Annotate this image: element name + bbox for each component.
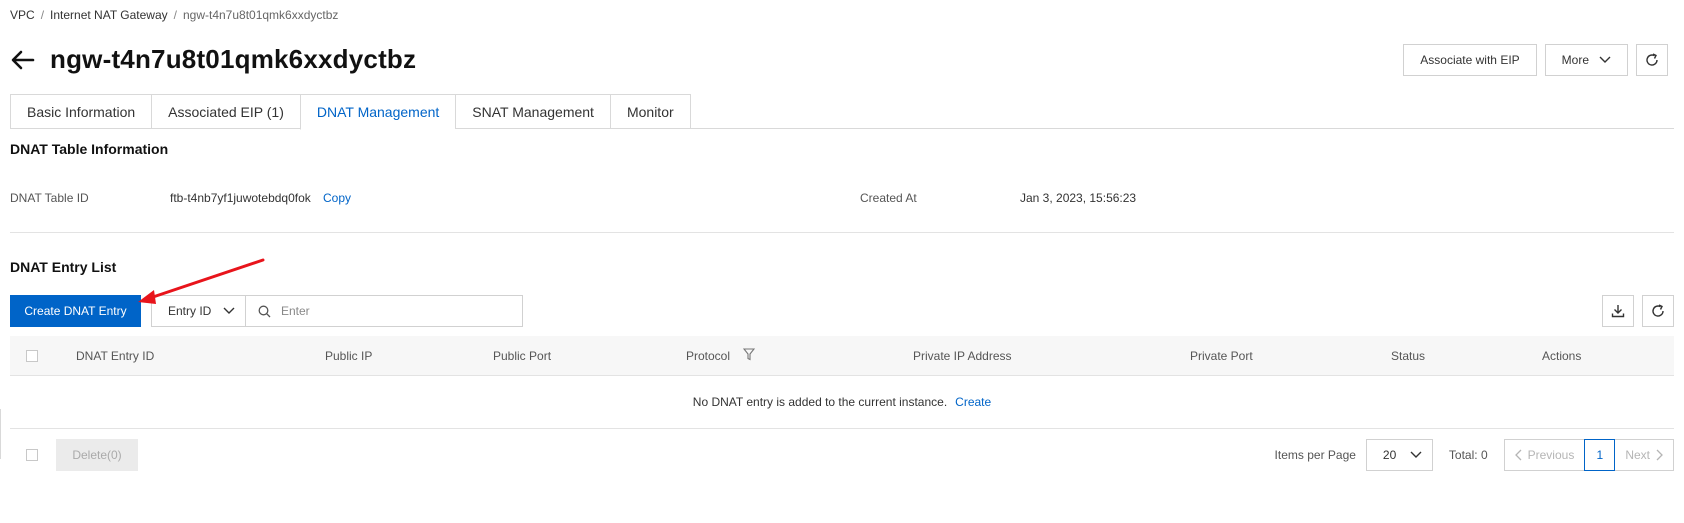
refresh-icon xyxy=(1646,53,1658,66)
tab-basic-information[interactable]: Basic Information xyxy=(10,94,152,129)
filter-icon[interactable] xyxy=(742,348,756,364)
items-per-page-value: 20 xyxy=(1382,448,1397,462)
created-at-label: Created At xyxy=(860,191,917,205)
entry-list-toolbar: Create DNAT Entry Entry ID xyxy=(10,295,1674,327)
pager: Previous 1 Next xyxy=(1503,439,1674,471)
chevron-left-icon xyxy=(1514,449,1522,461)
tab-bar: Basic Information Associated EIP (1) DNA… xyxy=(10,94,1674,130)
tab-dnat-management[interactable]: DNAT Management xyxy=(299,94,456,130)
back-arrow-icon[interactable] xyxy=(10,47,36,73)
table-header: DNAT Entry ID Public IP Public Port Prot… xyxy=(10,336,1674,376)
dnat-table-info-row: DNAT Table ID ftb-t4nb7yf1juwotebdq0fok … xyxy=(10,191,1670,207)
empty-state-create-link[interactable]: Create xyxy=(955,395,991,409)
search-field-select-value: Entry ID xyxy=(168,304,212,318)
next-page-button[interactable]: Next xyxy=(1615,440,1673,470)
table-tools xyxy=(1602,295,1674,327)
download-button[interactable] xyxy=(1602,295,1634,327)
tab-monitor[interactable]: Monitor xyxy=(609,94,691,129)
previous-page-button[interactable]: Previous xyxy=(1505,440,1585,470)
more-button-label: More xyxy=(1561,53,1589,67)
empty-state: No DNAT entry is added to the current in… xyxy=(10,376,1674,429)
breadcrumb: VPC / Internet NAT Gateway / ngw-t4n7u8t… xyxy=(10,8,338,22)
created-at-value: Jan 3, 2023, 15:56:23 xyxy=(1020,191,1137,205)
search-box xyxy=(245,295,523,327)
search-icon xyxy=(258,305,271,317)
refresh-icon xyxy=(1652,304,1664,317)
breadcrumb-separator: / xyxy=(40,8,45,22)
breadcrumb-item-vpc[interactable]: VPC xyxy=(10,8,35,22)
create-dnat-entry-button[interactable]: Create DNAT Entry xyxy=(10,295,141,327)
search-field-select[interactable]: Entry ID xyxy=(151,295,246,327)
breadcrumb-separator: / xyxy=(173,8,177,22)
column-header-status: Status xyxy=(1391,349,1426,363)
copy-link[interactable]: Copy xyxy=(323,191,351,205)
column-header-public-ip: Public IP xyxy=(325,349,373,363)
tab-associated-eip[interactable]: Associated EIP (1) xyxy=(151,94,300,129)
column-header-private-port: Private Port xyxy=(1190,349,1253,363)
more-button[interactable]: More xyxy=(1544,44,1628,76)
associate-eip-button[interactable]: Associate with EIP xyxy=(1403,44,1537,76)
page-title: ngw-t4n7u8t01qmk6xxdyctbz xyxy=(50,44,417,74)
items-per-page-select[interactable]: 20 xyxy=(1365,439,1433,471)
column-header-dnat-entry-id: DNAT Entry ID xyxy=(76,349,155,363)
dnat-entry-list-title: DNAT Entry List xyxy=(10,259,117,275)
footer-select-all-checkbox[interactable] xyxy=(26,449,38,464)
select-all-checkbox[interactable] xyxy=(26,350,38,365)
chevron-down-icon xyxy=(223,307,235,314)
column-header-public-port: Public Port xyxy=(493,349,552,363)
download-icon xyxy=(1611,305,1625,318)
column-header-actions: Actions xyxy=(1542,349,1582,363)
items-per-page-label: Items per Page xyxy=(1274,448,1356,462)
chevron-down-icon xyxy=(1599,56,1611,63)
left-edge-divider xyxy=(0,409,1,459)
table-refresh-button[interactable] xyxy=(1642,295,1674,327)
pagination: Items per Page 20 Total: 0 Previous 1 Ne… xyxy=(1275,439,1674,471)
total-count: Total: 0 xyxy=(1448,448,1488,462)
column-header-private-ip: Private IP Address xyxy=(913,349,1012,363)
column-header-protocol: Protocol xyxy=(686,349,731,363)
chevron-right-icon xyxy=(1656,449,1663,461)
search-input[interactable] xyxy=(281,304,501,318)
table-footer: Delete(0) Items per Page 20 Total: 0 Pre… xyxy=(10,439,1674,471)
breadcrumb-item-nat-gateway[interactable]: Internet NAT Gateway xyxy=(50,8,168,22)
dnat-table-info-title: DNAT Table Information xyxy=(10,141,169,157)
delete-button[interactable]: Delete(0) xyxy=(56,439,138,471)
empty-state-text: No DNAT entry is added to the current in… xyxy=(692,395,948,409)
refresh-button[interactable] xyxy=(1636,44,1668,76)
section-divider xyxy=(10,232,1674,233)
page-number-current[interactable]: 1 xyxy=(1584,439,1616,471)
dnat-table-id-value: ftb-t4nb7yf1juwotebdq0fok xyxy=(170,191,311,205)
header-actions: Associate with EIP More xyxy=(1403,44,1668,76)
chevron-down-icon xyxy=(1410,451,1422,458)
tab-snat-management[interactable]: SNAT Management xyxy=(455,94,610,129)
dnat-table-id-label: DNAT Table ID xyxy=(10,191,89,205)
breadcrumb-item-current: ngw-t4n7u8t01qmk6xxdyctbz xyxy=(182,8,339,22)
page-header: ngw-t4n7u8t01qmk6xxdyctbz xyxy=(10,44,416,75)
next-page-label: Next xyxy=(1625,448,1650,462)
previous-page-label: Previous xyxy=(1527,448,1575,462)
